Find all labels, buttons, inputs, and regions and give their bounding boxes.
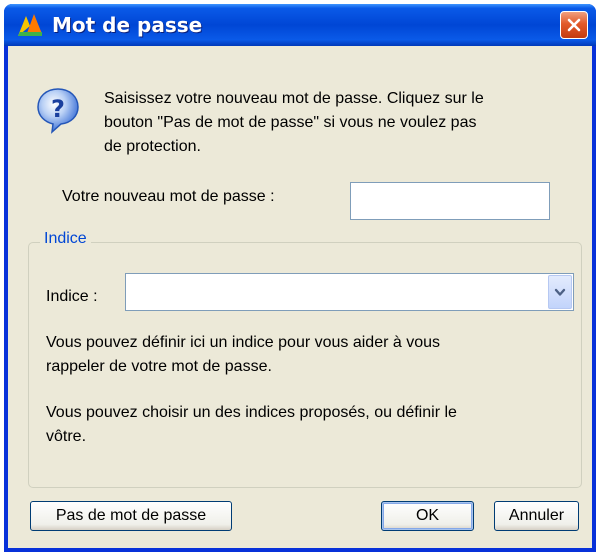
- hint-combobox[interactable]: [125, 273, 574, 311]
- hint-description-line: Vous pouvez choisir un des indices propo…: [46, 404, 457, 421]
- app-icon: [16, 12, 44, 38]
- title-bar[interactable]: Mot de passe: [4, 4, 596, 46]
- ok-button[interactable]: OK: [381, 501, 474, 531]
- question-icon: ?: [34, 86, 82, 134]
- intro-text: Saisissez votre nouveau mot de passe. Cl…: [104, 87, 574, 159]
- hint-dropdown-button[interactable]: [548, 275, 572, 309]
- no-password-button[interactable]: Pas de mot de passe: [30, 501, 232, 531]
- hint-description-line: vôtre.: [46, 428, 87, 445]
- hint-choose-description: Vous pouvez choisir un des indices propo…: [46, 401, 566, 449]
- svg-text:?: ?: [51, 95, 65, 123]
- hint-description-line: Vous pouvez définir ici un indice pour v…: [46, 334, 441, 351]
- close-button[interactable]: [560, 11, 588, 39]
- hint-description: Vous pouvez définir ici un indice pour v…: [46, 331, 566, 379]
- dialog-window: Mot de passe ? Saisissez votre nouveau m…: [4, 4, 596, 552]
- dialog-body: ? Saisissez votre nouveau mot de passe. …: [8, 46, 592, 548]
- hint-description-line: rappeler de votre mot de passe.: [46, 358, 272, 375]
- intro-line: de protection.: [104, 138, 201, 155]
- window-title: Mot de passe: [52, 13, 203, 37]
- intro-line: Saisissez votre nouveau mot de passe. Cl…: [104, 90, 484, 107]
- hint-label: Indice :: [46, 288, 98, 305]
- password-field[interactable]: [350, 182, 550, 220]
- hint-group-legend: Indice: [40, 230, 91, 248]
- cancel-button[interactable]: Annuler: [494, 501, 579, 531]
- intro-line: bouton "Pas de mot de passe" si vous ne …: [104, 114, 477, 131]
- password-label: Votre nouveau mot de passe :: [62, 188, 275, 205]
